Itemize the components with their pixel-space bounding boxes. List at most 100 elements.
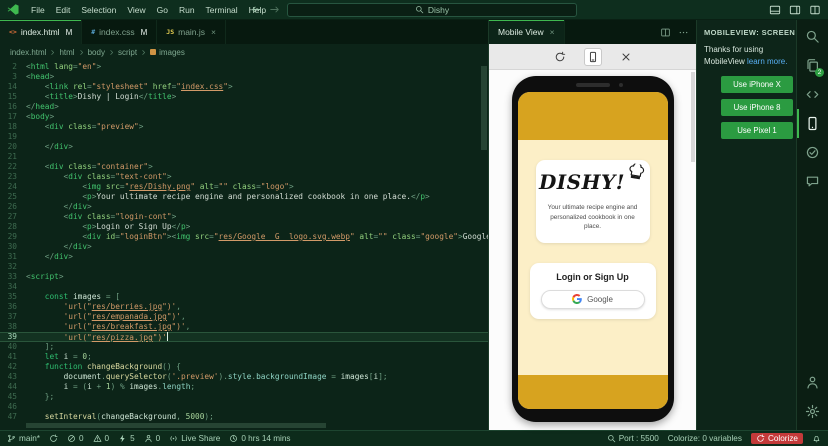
code-line[interactable]: 15 <title>Dishy | Login</title>: [0, 92, 488, 102]
status-errors[interactable]: 0: [67, 434, 84, 443]
code-editor[interactable]: 2 <html lang="en"> 3 <head> 14 <link rel="st…: [0, 60, 488, 430]
activity-check-icon[interactable]: [797, 138, 828, 167]
code-line[interactable]: 29 <div id="loginBtn"><img src="res/Goog…: [0, 232, 488, 242]
customize-layout-icon[interactable]: [809, 4, 821, 16]
code-line[interactable]: 30 </div>: [0, 242, 488, 252]
code-line[interactable]: 23 <div class="text-cont">: [0, 172, 488, 182]
activity-mobile-icon[interactable]: [797, 109, 828, 138]
code-line[interactable]: 3 <head>: [0, 72, 488, 82]
activity-files-icon[interactable]: 2: [797, 51, 828, 80]
code-line[interactable]: 35 const images = [: [0, 292, 488, 302]
code-line[interactable]: 44 i = (i + 1) % images.length;: [0, 382, 488, 392]
activity-remote-icon[interactable]: [797, 80, 828, 109]
close-tab-icon[interactable]: ×: [550, 27, 555, 37]
code-line[interactable]: 24 <img src="res/Dishy.png" alt="" class…: [0, 182, 488, 192]
tab-index.css[interactable]: # index.css M: [82, 20, 158, 44]
line-content: <head>: [26, 72, 54, 82]
code-token: 'url(": [63, 302, 92, 311]
more-actions-icon[interactable]: [678, 27, 689, 38]
menu-edit[interactable]: Edit: [51, 3, 76, 17]
status-time-tracker[interactable]: 0 hrs 14 mins: [229, 434, 291, 443]
activity-search-icon[interactable]: [797, 22, 828, 51]
device-toggle-button[interactable]: [583, 47, 602, 66]
device-button-use-iphone-8[interactable]: Use iPhone 8: [721, 99, 793, 116]
scrollbar-thumb[interactable]: [26, 423, 326, 428]
code-line[interactable]: 25 <p>Your ultimate recipe engine and pe…: [0, 192, 488, 202]
breadcrumb-item[interactable]: html: [59, 48, 74, 57]
code-line[interactable]: 17 <body>: [0, 112, 488, 122]
scrollbar-thumb[interactable]: [691, 72, 695, 162]
menu-go[interactable]: Go: [152, 3, 173, 17]
google-signin-button[interactable]: Google: [540, 289, 645, 309]
code-line[interactable]: 45 };: [0, 392, 488, 402]
nav-forward-icon[interactable]: [269, 4, 280, 15]
code-line[interactable]: 2 <html lang="en">: [0, 62, 488, 72]
code-line[interactable]: 40 ];: [0, 342, 488, 352]
code-line[interactable]: 26 </div>: [0, 202, 488, 212]
status-colorize-button[interactable]: Colorize: [750, 433, 803, 444]
menu-view[interactable]: View: [122, 3, 150, 17]
symbol-icon: [150, 49, 157, 55]
status-notifications[interactable]: [812, 434, 821, 443]
status-git-branch[interactable]: main*: [7, 434, 40, 443]
refresh-preview-button[interactable]: [551, 48, 569, 66]
code-line[interactable]: 32: [0, 262, 488, 272]
title-bar: FileEditSelectionViewGoRunTerminalHelp D…: [0, 0, 828, 20]
code-line[interactable]: 33 <script>: [0, 272, 488, 282]
code-line[interactable]: 41 let i = 0;: [0, 352, 488, 362]
menu-selection[interactable]: Selection: [76, 3, 121, 17]
code-line[interactable]: 39 'url("res/pizza.jpg")': [0, 332, 488, 342]
line-content: </div>: [26, 142, 73, 152]
breadcrumb-item[interactable]: index.html: [10, 48, 46, 57]
tab-main.js[interactable]: JS main.js ×: [157, 20, 227, 44]
menu-terminal[interactable]: Terminal: [201, 3, 243, 17]
split-editor-icon[interactable]: [660, 27, 671, 38]
code-line[interactable]: 27 <div class="login-cont">: [0, 212, 488, 222]
breadcrumb-item[interactable]: script: [118, 48, 137, 57]
code-line[interactable]: 14 <link rel="stylesheet" href="index.cs…: [0, 82, 488, 92]
status-warnings[interactable]: 0: [93, 434, 109, 443]
code-line[interactable]: 18 <div class="preview">: [0, 122, 488, 132]
code-line[interactable]: 43 document.querySelector('.preview').st…: [0, 372, 488, 382]
toggle-sidebar-icon[interactable]: [789, 4, 801, 16]
code-token: id: [101, 232, 116, 241]
code-line[interactable]: 19: [0, 132, 488, 142]
code-line[interactable]: 21: [0, 152, 488, 162]
code-line[interactable]: 47 setInterval(changeBackground, 5000);: [0, 412, 488, 422]
code-line[interactable]: 22 <div class="container">: [0, 162, 488, 172]
status-live-share[interactable]: Live Share: [169, 434, 220, 443]
code-line[interactable]: 46: [0, 402, 488, 412]
breadcrumb-item[interactable]: images: [159, 48, 185, 57]
device-button-use-iphone-x[interactable]: Use iPhone X: [721, 76, 793, 93]
code-line[interactable]: 37 'url("res/empanada.jpg")',: [0, 312, 488, 322]
menu-run[interactable]: Run: [174, 3, 200, 17]
status-colorize-info[interactable]: Colorize: 0 variables: [668, 434, 742, 443]
code-line[interactable]: 31 </div>: [0, 252, 488, 262]
learn-more-link[interactable]: learn more.: [747, 57, 787, 66]
activity-account-icon[interactable]: [797, 368, 828, 397]
device-button-use-pixel-1[interactable]: Use Pixel 1: [721, 122, 793, 139]
scrollbar-thumb[interactable]: [481, 66, 487, 150]
activity-comment-icon[interactable]: [797, 167, 828, 196]
command-center-search[interactable]: Dishy: [287, 2, 577, 17]
code-line[interactable]: 16 </head>: [0, 102, 488, 112]
code-line[interactable]: 28 <p>Login or Sign Up</p>: [0, 222, 488, 232]
status-live-share-participants[interactable]: 0: [144, 434, 160, 443]
nav-back-icon[interactable]: [251, 4, 262, 15]
menu-file[interactable]: File: [26, 3, 50, 17]
close-preview-button[interactable]: [617, 48, 635, 66]
code-line[interactable]: 36 'url("res/berries.jpg")',: [0, 302, 488, 312]
status-ports[interactable]: 5: [118, 434, 135, 443]
toggle-panel-icon[interactable]: [769, 4, 781, 16]
code-line[interactable]: 34: [0, 282, 488, 292]
breadcrumb-item[interactable]: body: [88, 48, 105, 57]
close-tab-icon[interactable]: ×: [211, 27, 216, 37]
code-line[interactable]: 38 'url("res/breakfast.jpg")',: [0, 322, 488, 332]
status-sync[interactable]: [49, 434, 58, 443]
activity-gear-icon[interactable]: [797, 397, 828, 426]
code-line[interactable]: 42 function changeBackground() {: [0, 362, 488, 372]
tab-index.html[interactable]: <> index.html M: [0, 20, 83, 44]
code-line[interactable]: 20 </div>: [0, 142, 488, 152]
status-live-server-port[interactable]: Port : 5500: [607, 434, 659, 443]
tab-mobile-view[interactable]: Mobile View ×: [489, 20, 565, 44]
